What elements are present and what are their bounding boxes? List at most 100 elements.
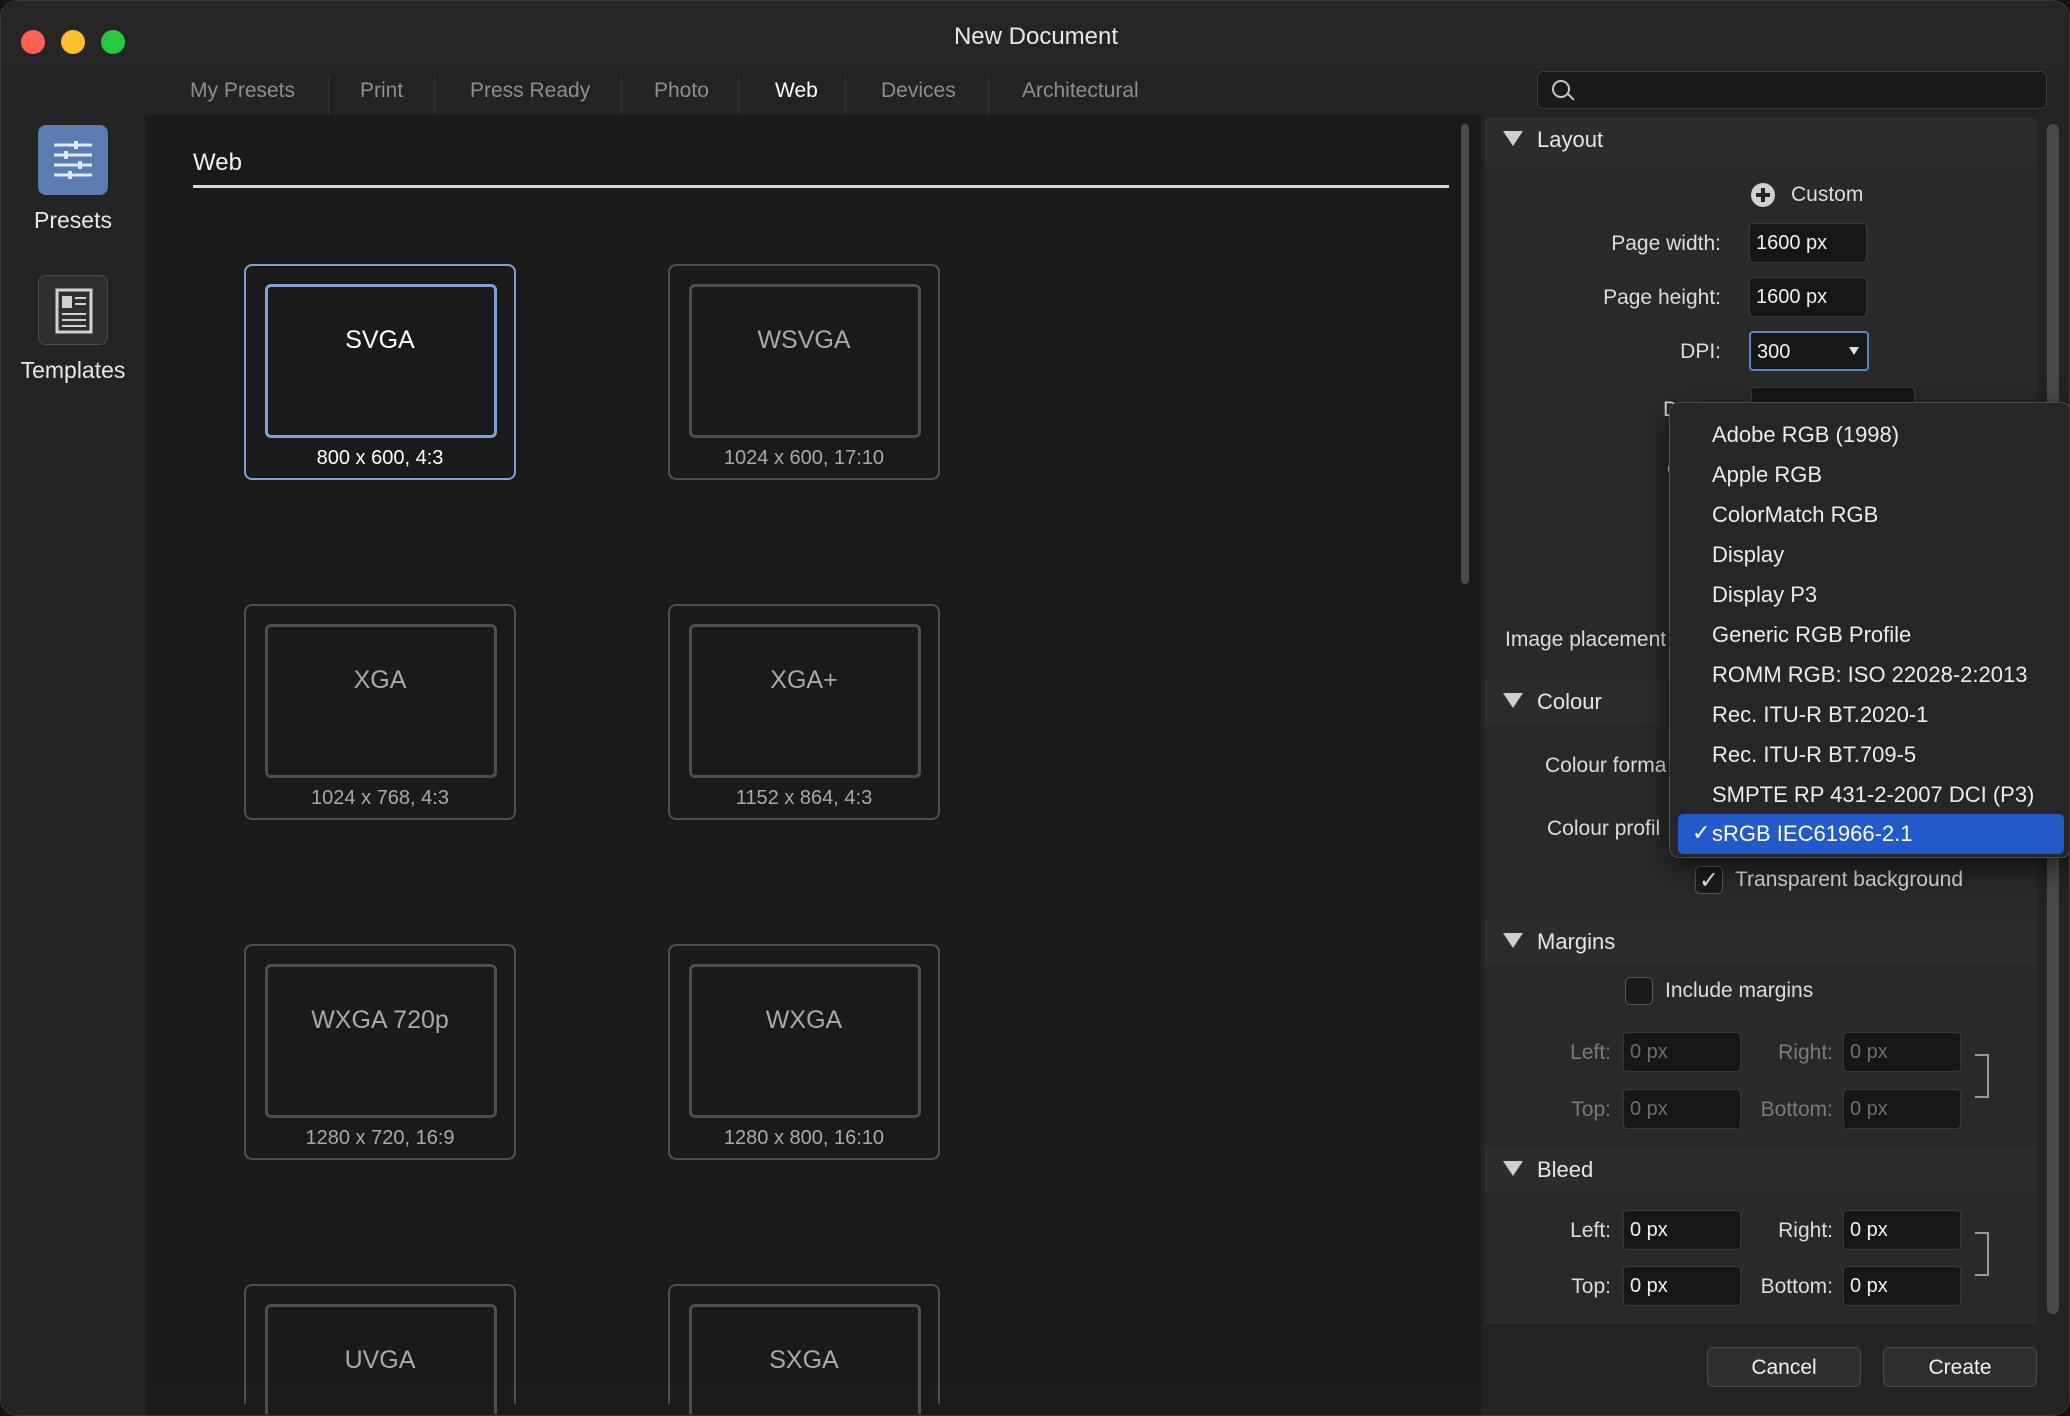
preset-category-tabs: My Presets Print Press Ready Photo Web D… <box>145 69 1481 115</box>
custom-preset-label[interactable]: Custom <box>1791 183 1863 207</box>
menu-item-display[interactable]: Display <box>1670 535 2069 575</box>
preset-wxga[interactable]: WXGA 1280 x 800, 16:10 <box>668 944 940 1160</box>
rail-presets-label: Presets <box>34 207 112 233</box>
add-circle-icon[interactable] <box>1751 183 1775 207</box>
margin-left-field[interactable]: 0 px <box>1623 1032 1741 1072</box>
tab-web[interactable]: Web <box>775 79 818 103</box>
preset-wsvga[interactable]: WSVGA 1024 x 600, 17:10 <box>668 264 940 480</box>
preset-wxga-720p[interactable]: WXGA 720p 1280 x 720, 16:9 <box>244 944 516 1160</box>
bleed-bottom-field[interactable]: 0 px <box>1843 1266 1961 1306</box>
tab-separator <box>738 75 739 115</box>
dpi-label: DPI: <box>1680 340 1721 363</box>
menu-item-rec-2020[interactable]: Rec. ITU-R BT.2020-1 <box>1670 695 2069 735</box>
layout-group-header[interactable]: Layout <box>1485 118 2037 162</box>
page-width-field[interactable]: 1600 px <box>1749 223 1867 263</box>
preset-thumbnail <box>689 624 921 778</box>
tab-architectural[interactable]: Architectural <box>1022 79 1139 103</box>
bleed-left-field[interactable]: 0 px <box>1623 1210 1741 1250</box>
bleed-right-field[interactable]: 0 px <box>1843 1210 1961 1250</box>
menu-item-srgb[interactable]: ✓ sRGB IEC61966-2.1 <box>1678 814 2064 854</box>
include-margins-label[interactable]: Include margins <box>1665 979 1813 1003</box>
menu-item-rec-709[interactable]: Rec. ITU-R BT.709-5 <box>1670 735 2069 775</box>
preset-uvga[interactable]: UVGA <box>244 1284 516 1414</box>
settings-search-input[interactable] <box>1537 71 2047 109</box>
preset-name: SVGA <box>345 326 415 354</box>
menu-item-display-p3[interactable]: Display P3 <box>1670 575 2069 615</box>
bleed-bottom-label: Bottom: <box>1760 1275 1833 1298</box>
preset-description: 1024 x 600, 17:10 <box>723 447 885 469</box>
chain-link-icon[interactable] <box>1975 1232 1989 1276</box>
preset-name: WXGA <box>765 1006 843 1034</box>
preset-xga[interactable]: XGA 1024 x 768, 4:3 <box>244 604 516 820</box>
disclosure-triangle-icon <box>1503 1161 1523 1176</box>
transparent-background-checkbox[interactable] <box>1695 866 1723 895</box>
page-width-label: Page width: <box>1611 232 1721 255</box>
menu-item-generic-rgb[interactable]: Generic RGB Profile <box>1670 615 2069 655</box>
tab-photo[interactable]: Photo <box>654 79 709 103</box>
tab-press-ready[interactable]: Press Ready <box>470 79 590 103</box>
preset-description: 800 x 600, 4:3 <box>316 447 444 469</box>
preset-thumbnail <box>689 964 921 1118</box>
menu-item-smpte-dci-p3[interactable]: SMPTE RP 431-2-2007 DCI (P3) <box>1670 775 2069 815</box>
preset-name: XGA <box>353 666 407 694</box>
menu-item-adobe-rgb[interactable]: Adobe RGB (1998) <box>1670 415 2069 455</box>
preset-name: WXGA 720p <box>311 1006 449 1034</box>
chain-link-icon[interactable] <box>1975 1054 1989 1098</box>
menu-item-apple-rgb[interactable]: Apple RGB <box>1670 455 2069 495</box>
bleed-right-label: Right: <box>1778 1219 1833 1242</box>
search-icon <box>1552 80 1570 98</box>
cancel-button[interactable]: Cancel <box>1707 1347 1861 1387</box>
tab-separator <box>328 75 329 115</box>
preset-svga[interactable]: SVGA 800 x 600, 4:3 <box>244 264 516 480</box>
colour-profile-label: Colour profil <box>1547 817 1661 840</box>
preset-browser: My Presets Print Press Ready Photo Web D… <box>145 69 1481 1414</box>
margin-left-label: Left: <box>1570 1041 1611 1064</box>
bleed-group-header[interactable]: Bleed <box>1485 1148 2037 1192</box>
transparent-background-label[interactable]: Transparent background <box>1735 868 1963 892</box>
disclosure-triangle-icon <box>1503 131 1523 146</box>
create-button[interactable]: Create <box>1883 1347 2037 1387</box>
tab-separator <box>845 75 846 115</box>
section-title: Web <box>193 149 242 176</box>
tab-print[interactable]: Print <box>360 79 403 103</box>
margin-right-label: Right: <box>1778 1041 1833 1064</box>
bleed-top-field[interactable]: 0 px <box>1623 1266 1741 1306</box>
menu-item-romm-rgb[interactable]: ROMM RGB: ISO 22028-2:2013 <box>1670 655 2069 695</box>
presets-icon[interactable] <box>38 125 108 195</box>
margin-right-field[interactable]: 0 px <box>1843 1032 1961 1072</box>
preset-xga-plus[interactable]: XGA+ 1152 x 864, 4:3 <box>668 604 940 820</box>
dpi-dropdown[interactable]: 300 <box>1749 331 1869 371</box>
preset-name: UVGA <box>344 1346 416 1374</box>
layout-title: Layout <box>1537 127 1604 152</box>
margin-bottom-label: Bottom: <box>1760 1098 1833 1121</box>
checkmark-icon: ✓ <box>1692 820 1711 845</box>
section-divider <box>193 185 1449 188</box>
templates-icon[interactable] <box>38 275 108 345</box>
tab-devices[interactable]: Devices <box>881 79 956 103</box>
tab-my-presets[interactable]: My Presets <box>190 79 295 103</box>
include-margins-checkbox[interactable] <box>1625 977 1653 1005</box>
image-placement-label: Image placement <box>1505 628 1667 651</box>
disclosure-triangle-icon <box>1503 693 1523 708</box>
margin-top-field[interactable]: 0 px <box>1623 1089 1741 1129</box>
menu-item-colormatch-rgb[interactable]: ColorMatch RGB <box>1670 495 2069 535</box>
preset-description: 1280 x 800, 16:10 <box>723 1127 885 1149</box>
margins-group-header[interactable]: Margins <box>1485 920 2037 964</box>
preset-scrollbar[interactable] <box>1461 124 1469 584</box>
preset-thumbnail <box>265 624 497 778</box>
page-height-field[interactable]: 1600 px <box>1749 277 1867 317</box>
preset-description: 1280 x 720, 16:9 <box>305 1127 455 1149</box>
window-title: New Document <box>953 23 1119 50</box>
preset-thumbnail <box>265 964 497 1118</box>
preset-description: 1024 x 768, 4:3 <box>311 787 449 809</box>
margin-bottom-field[interactable]: 0 px <box>1843 1089 1961 1129</box>
chevron-down-icon <box>1849 347 1859 355</box>
left-rail: Presets Templates <box>1 69 145 1415</box>
rail-templates-label: Templates <box>20 357 126 383</box>
bleed-top-label: Top: <box>1571 1275 1611 1298</box>
preset-thumbnail <box>265 284 497 438</box>
preset-description: 1152 x 864, 4:3 <box>735 787 873 809</box>
title-bar: New Document <box>1 1 2069 69</box>
preset-sxga[interactable]: SXGA <box>668 1284 940 1414</box>
colour-title: Colour <box>1537 689 1602 714</box>
